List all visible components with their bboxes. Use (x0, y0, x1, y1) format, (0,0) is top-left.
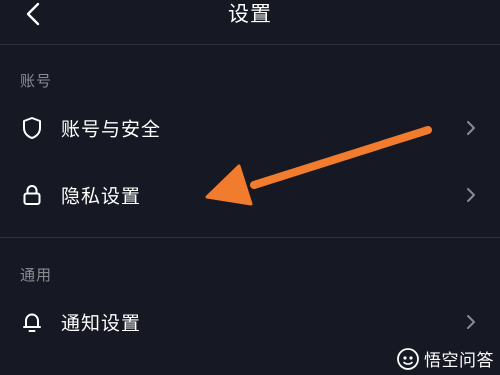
section-header-account: 账号 (20, 72, 53, 90)
top-bar: 设置 (0, 0, 500, 30)
chevron-right-icon (464, 119, 478, 137)
row-label: 通知设置 (61, 312, 142, 335)
watermark-text: 悟空问答 (424, 351, 494, 371)
lock-icon (20, 183, 44, 207)
settings-row-notifications[interactable]: 通知设置 (0, 292, 500, 352)
row-label: 账号与安全 (61, 118, 162, 141)
watermark: 悟空问答 (396, 346, 494, 371)
settings-screen: 设置 账号 账号与安全 隐私设置 通用 通知设置 悟空问答 (0, 0, 500, 375)
section-header-general: 通用 (20, 266, 53, 284)
shield-icon (20, 116, 44, 140)
settings-row-account-security[interactable]: 账号与安全 (0, 98, 500, 158)
chevron-right-icon (464, 313, 478, 331)
bell-icon (20, 310, 44, 334)
chevron-right-icon (464, 186, 478, 204)
settings-row-privacy[interactable]: 隐私设置 (0, 165, 500, 225)
header-divider (0, 44, 500, 45)
wukong-logo-icon (397, 347, 419, 370)
page-title: 设置 (228, 2, 272, 26)
row-label: 隐私设置 (61, 185, 142, 208)
section-divider (0, 237, 500, 238)
